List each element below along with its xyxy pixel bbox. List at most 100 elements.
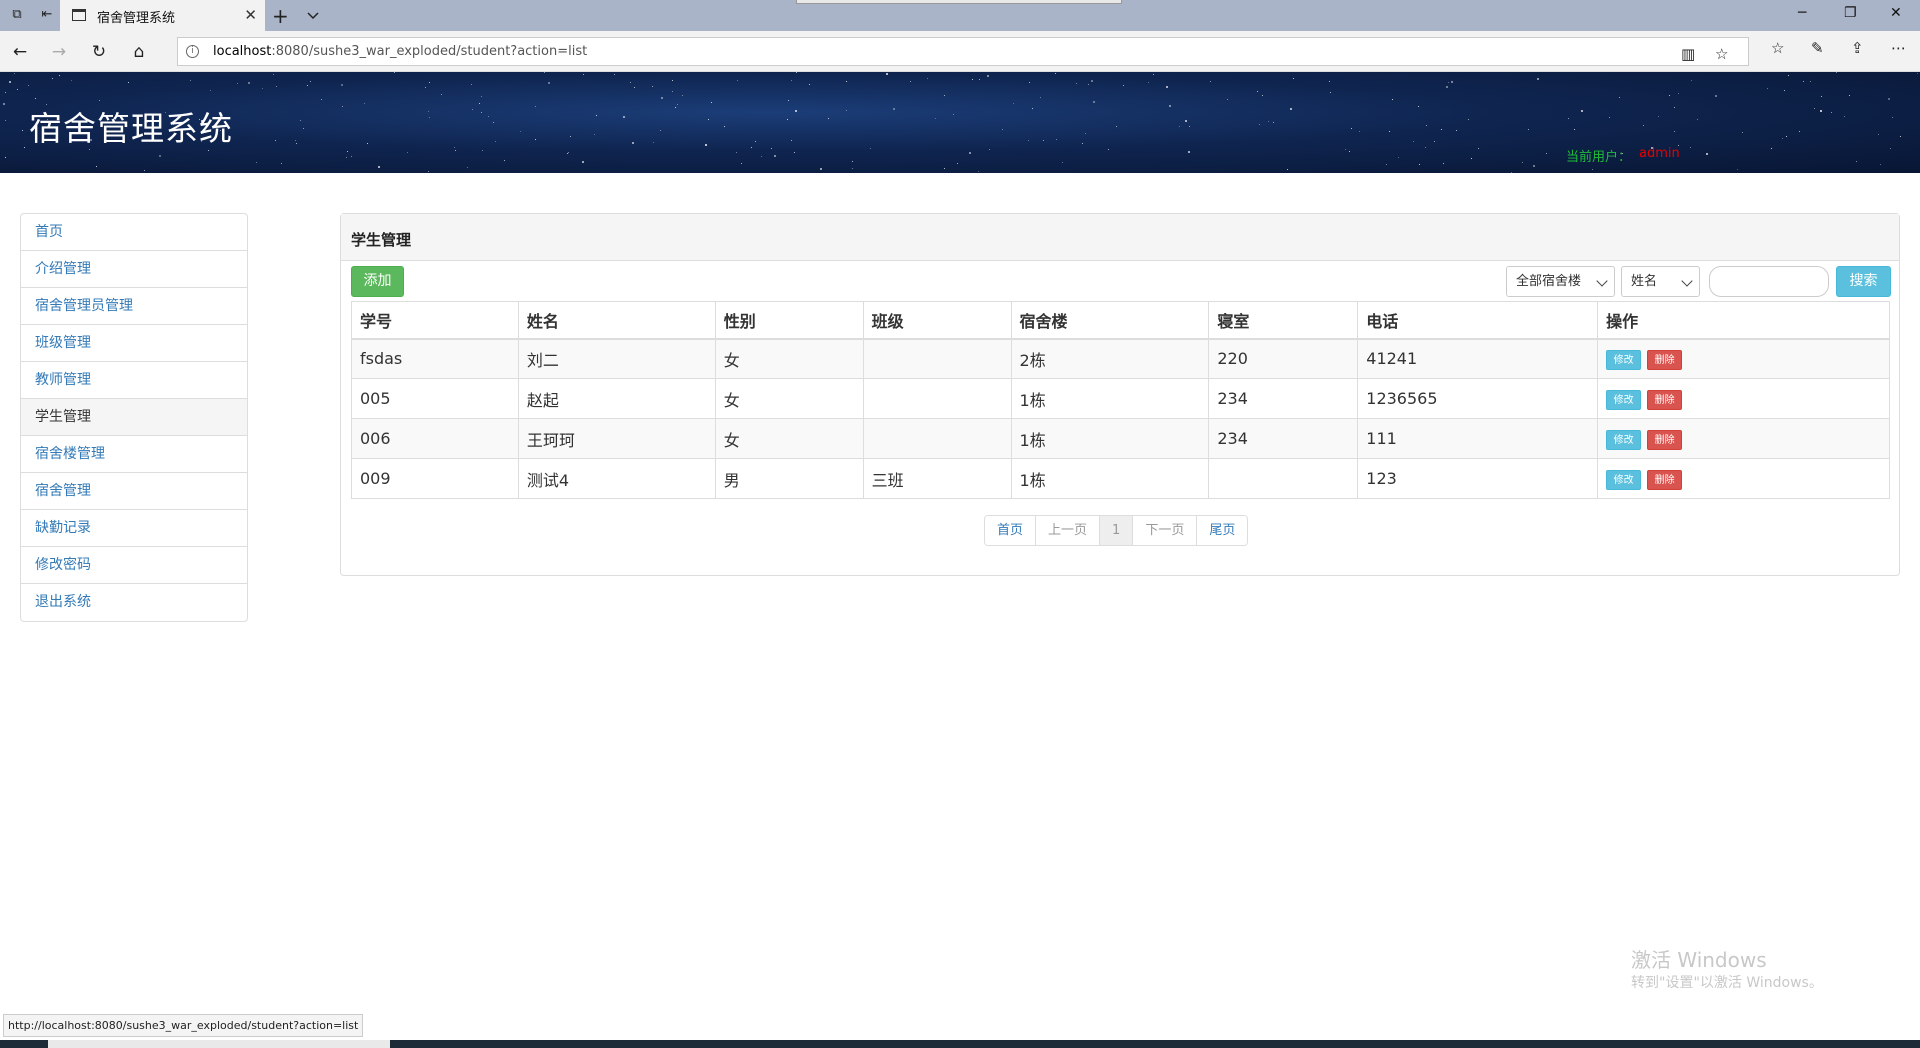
star-dot xyxy=(751,147,752,148)
sidebar-item-home[interactable]: 首页 xyxy=(21,214,247,251)
star-dot xyxy=(1691,80,1692,81)
sidebar-item-change-password[interactable]: 修改密码 xyxy=(21,547,247,584)
favorites-hub-icon[interactable]: ☆ xyxy=(1771,39,1784,57)
sidebar-item-dorms[interactable]: 宿舍管理 xyxy=(21,473,247,510)
star-dot xyxy=(367,143,368,144)
minimize-icon[interactable]: ─ xyxy=(1798,5,1806,21)
star-dot xyxy=(1268,121,1269,122)
building-select[interactable]: 全部宿舍楼 xyxy=(1506,266,1615,297)
sidebar-item-absence[interactable]: 缺勤记录 xyxy=(21,510,247,547)
col-header-room: 寝室 xyxy=(1208,301,1359,340)
restore-icon[interactable]: ❐ xyxy=(1844,5,1857,21)
sidebar-item-logout[interactable]: 退出系统 xyxy=(21,584,247,621)
star-dot xyxy=(1055,73,1056,74)
star-dot xyxy=(634,87,635,88)
search-button[interactable]: 搜索 xyxy=(1836,266,1891,297)
delete-button[interactable]: 删除 xyxy=(1647,349,1683,370)
star-dot xyxy=(341,84,343,86)
back-icon[interactable]: ← xyxy=(10,42,30,62)
page-next[interactable]: 下一页 xyxy=(1133,516,1198,545)
sidebar-item-buildings[interactable]: 宿舍楼管理 xyxy=(21,436,247,473)
star-dot xyxy=(248,82,250,84)
field-select[interactable]: 姓名 xyxy=(1621,266,1700,297)
more-icon[interactable]: ⋯ xyxy=(1891,39,1906,57)
page-current[interactable]: 1 xyxy=(1100,516,1134,545)
edit-button[interactable]: 修改 xyxy=(1606,469,1642,490)
cell-gender: 女 xyxy=(714,378,864,419)
sidebar-item-dorm-admins[interactable]: 宿舍管理员管理 xyxy=(21,288,247,325)
page-last[interactable]: 尾页 xyxy=(1197,516,1248,545)
star-dot xyxy=(1002,129,1003,130)
set-aside-tabs-icon[interactable]: ⇤ xyxy=(38,6,56,24)
home-icon[interactable]: ⌂ xyxy=(129,42,149,62)
star-dot xyxy=(482,150,483,151)
refresh-icon[interactable]: ↻ xyxy=(89,42,109,62)
star-dot xyxy=(969,152,971,154)
delete-button[interactable]: 删除 xyxy=(1647,429,1683,450)
star-dot xyxy=(979,79,980,80)
star-dot xyxy=(1456,130,1457,131)
page-first[interactable]: 首页 xyxy=(985,516,1037,545)
cell-building: 1栋 xyxy=(1010,458,1210,499)
favorite-star-icon[interactable]: ☆ xyxy=(1715,45,1728,63)
edit-button[interactable]: 修改 xyxy=(1606,349,1642,370)
star-dot xyxy=(1799,131,1800,132)
star-dot xyxy=(795,110,797,112)
close-tab-icon[interactable]: ✕ xyxy=(244,6,257,24)
star-dot xyxy=(1836,72,1837,73)
star-dot xyxy=(5,92,6,93)
tab-actions-icon[interactable]: ⧉ xyxy=(8,6,26,24)
star-dot xyxy=(504,160,505,161)
star-dot xyxy=(1123,85,1124,86)
star-dot xyxy=(407,152,408,153)
star-dot xyxy=(1148,82,1149,83)
star-dot xyxy=(394,72,395,73)
star-dot xyxy=(479,103,480,104)
star-dot xyxy=(1849,95,1850,96)
sidebar-item-classes[interactable]: 班级管理 xyxy=(21,325,247,362)
delete-button[interactable]: 删除 xyxy=(1647,469,1683,490)
star-dot xyxy=(944,168,945,169)
star-dot xyxy=(1419,164,1420,165)
forward-icon[interactable]: → xyxy=(49,42,69,62)
star-dot xyxy=(1076,83,1077,84)
star-dot xyxy=(128,82,129,83)
edit-button[interactable]: 修改 xyxy=(1606,429,1642,450)
star-dot xyxy=(467,167,468,168)
star-dot xyxy=(3,103,5,105)
star-dot xyxy=(594,134,595,135)
star-dot xyxy=(852,161,853,162)
browser-tab[interactable]: 宿舍管理系统 ✕ xyxy=(60,0,265,31)
star-dot xyxy=(14,73,15,74)
edit-button[interactable]: 修改 xyxy=(1606,389,1642,410)
info-icon[interactable]: i xyxy=(186,45,199,58)
current-user-name: admin xyxy=(1639,146,1680,161)
sidebar-item-students[interactable]: 学生管理 xyxy=(21,399,247,436)
star-dot xyxy=(987,75,989,77)
reading-view-icon[interactable]: ▥ xyxy=(1681,45,1695,63)
star-dot xyxy=(1188,151,1190,153)
pen-notes-icon[interactable]: ✎ xyxy=(1811,39,1824,57)
search-input[interactable] xyxy=(1709,266,1829,297)
star-dot xyxy=(256,162,257,163)
page-prev[interactable]: 上一页 xyxy=(1036,516,1101,545)
col-header-actions: 操作 xyxy=(1597,301,1890,340)
window-close-icon[interactable]: ✕ xyxy=(1890,5,1902,21)
chevron-down-icon[interactable] xyxy=(306,9,320,23)
cell-class xyxy=(862,338,1012,379)
star-dot xyxy=(1831,112,1832,113)
star-dot xyxy=(237,83,238,84)
url-field[interactable]: i localhost:8080/sushe3_war_exploded/stu… xyxy=(177,37,1749,66)
add-button[interactable]: 添加 xyxy=(351,266,404,297)
sidebar-item-teachers[interactable]: 教师管理 xyxy=(21,362,247,399)
star-dot xyxy=(1166,86,1168,88)
star-dot xyxy=(144,170,145,171)
new-tab-icon[interactable]: + xyxy=(272,4,289,28)
cell-actions: 修改 删除 xyxy=(1597,378,1890,419)
star-dot xyxy=(1259,124,1260,125)
sidebar-item-intro[interactable]: 介绍管理 xyxy=(21,251,247,288)
star-dot xyxy=(1609,117,1610,118)
star-dot xyxy=(471,84,472,85)
share-icon[interactable]: ⇪ xyxy=(1851,39,1864,57)
delete-button[interactable]: 删除 xyxy=(1647,389,1683,410)
